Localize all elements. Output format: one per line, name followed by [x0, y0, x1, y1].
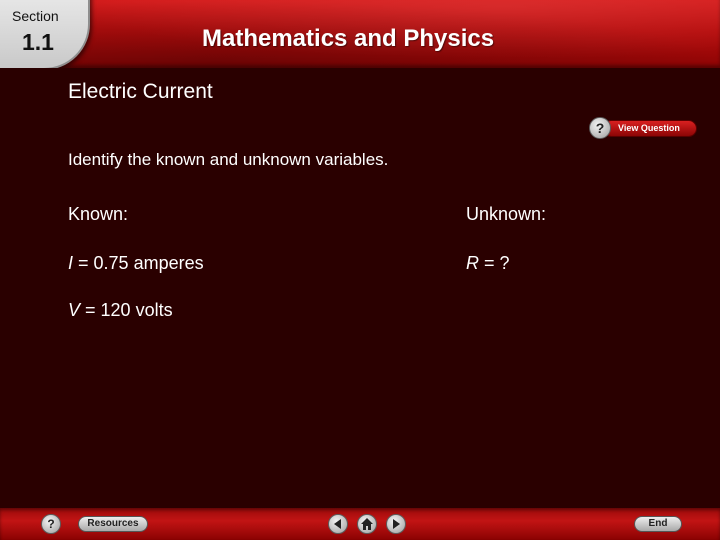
resources-button[interactable]: Resources	[78, 516, 148, 532]
known-heading: Known:	[68, 204, 129, 224]
previous-button[interactable]	[328, 514, 348, 534]
unknown-heading: Unknown:	[466, 204, 547, 224]
triangle-left-icon	[334, 519, 341, 529]
variable-symbol: R	[466, 253, 479, 273]
variable-value: = 0.75 amperes	[73, 253, 204, 273]
header-bar: Section 1.1 Mathematics and Physics	[0, 0, 720, 68]
instruction-text: Identify the known and unknown variables…	[68, 150, 389, 169]
known-item-current: I = 0.75 amperes	[68, 253, 204, 274]
section-label: Section	[12, 8, 59, 24]
house-icon	[361, 518, 373, 530]
variable-value: = ?	[479, 253, 510, 273]
view-question-button[interactable]: View Question ?	[589, 117, 697, 139]
section-number: 1.1	[22, 29, 54, 55]
home-button[interactable]	[357, 514, 377, 534]
footer-navigation-bar: ? Resources End	[0, 508, 720, 540]
variable-symbol: V	[68, 300, 81, 320]
chapter-title: Mathematics and Physics	[202, 25, 495, 52]
help-button[interactable]: ?	[41, 514, 61, 534]
known-item-voltage: V = 120 volts	[68, 300, 173, 321]
triangle-right-icon	[393, 519, 400, 529]
variable-value: = 120 volts	[80, 300, 173, 320]
end-button[interactable]: End	[634, 516, 682, 532]
unknown-item-resistance: R = ?	[466, 253, 510, 274]
next-button[interactable]	[386, 514, 406, 534]
question-icon: ?	[47, 517, 55, 531]
view-question-label: View Question	[603, 120, 697, 137]
question-icon: ?	[589, 117, 611, 139]
slide-heading: Electric Current	[68, 80, 213, 103]
